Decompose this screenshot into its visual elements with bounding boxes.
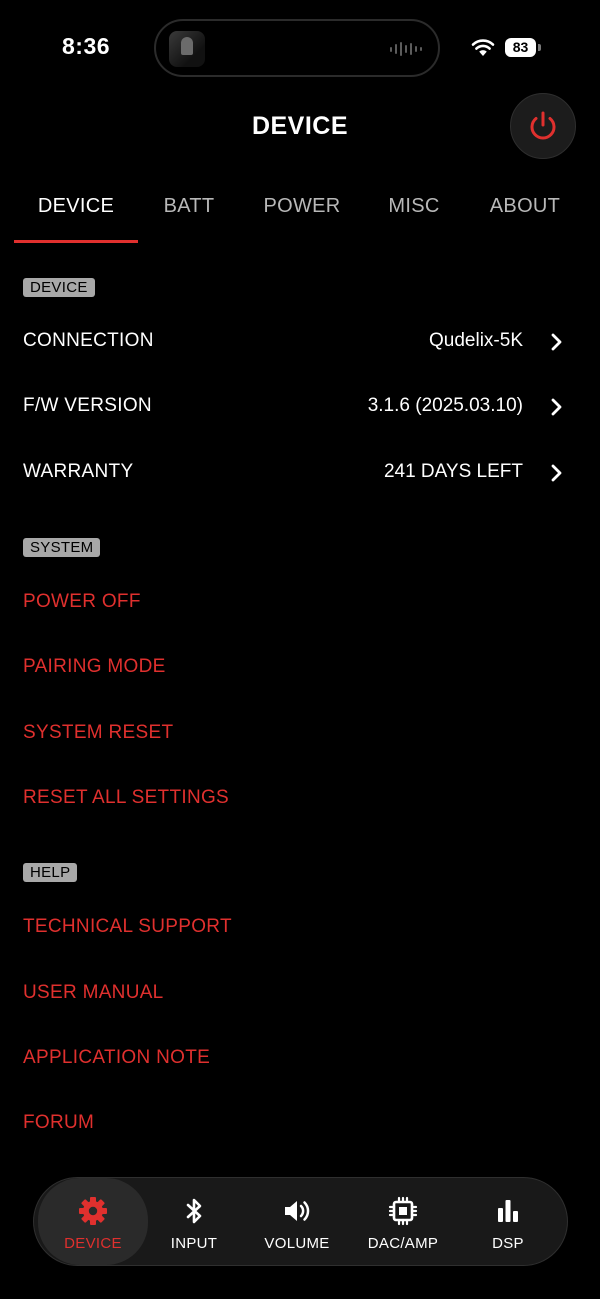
status-bar: 8:36 83 bbox=[0, 0, 600, 96]
firmware-version-value: 3.1.6 (2025.03.10) bbox=[367, 395, 523, 416]
tab-active-indicator bbox=[14, 240, 138, 243]
tab-misc[interactable]: MISC bbox=[366, 195, 462, 243]
bluetooth-icon bbox=[186, 1198, 202, 1224]
nav-device[interactable]: DEVICE bbox=[38, 1178, 148, 1265]
power-icon bbox=[530, 111, 556, 140]
chevron-right-icon bbox=[551, 398, 562, 416]
status-time: 8:36 bbox=[62, 33, 111, 59]
nav-dac-amp[interactable]: DAC/AMP bbox=[352, 1178, 454, 1265]
system-reset-button[interactable]: SYSTEM RESET bbox=[0, 712, 600, 756]
forum-link[interactable]: FORUM bbox=[0, 1102, 600, 1146]
nav-dac-amp-label: DAC/AMP bbox=[367, 1235, 439, 1252]
firmware-version-label: F/W VERSION bbox=[23, 395, 152, 416]
connection-label: CONNECTION bbox=[23, 330, 154, 351]
section-badge-device: DEVICE bbox=[23, 278, 95, 297]
nav-input[interactable]: INPUT bbox=[148, 1178, 240, 1265]
warranty-label: WARRANTY bbox=[23, 461, 134, 482]
tab-about[interactable]: ABOUT bbox=[470, 195, 580, 243]
waveform-icon bbox=[390, 42, 422, 56]
reset-all-settings-label: RESET ALL SETTINGS bbox=[23, 787, 230, 808]
chevron-right-icon bbox=[551, 333, 562, 351]
chip-icon bbox=[388, 1196, 418, 1226]
connection-row[interactable]: CONNECTION Qudelix-5K bbox=[0, 320, 600, 364]
album-art-thumbnail bbox=[169, 31, 205, 67]
bar-chart-icon bbox=[498, 1200, 518, 1222]
nav-dsp[interactable]: DSP bbox=[458, 1178, 558, 1265]
power-button[interactable] bbox=[510, 93, 576, 159]
user-manual-link[interactable]: USER MANUAL bbox=[0, 972, 600, 1016]
power-off-button[interactable]: POWER OFF bbox=[0, 581, 600, 625]
forum-label: FORUM bbox=[23, 1112, 95, 1133]
section-badge-help: HELP bbox=[23, 863, 78, 882]
nav-device-label: DEVICE bbox=[64, 1235, 122, 1252]
nav-input-label: INPUT bbox=[170, 1235, 218, 1252]
section-badge-system: SYSTEM bbox=[23, 538, 101, 557]
user-manual-label: USER MANUAL bbox=[23, 982, 164, 1003]
system-reset-label: SYSTEM RESET bbox=[23, 722, 174, 743]
chevron-right-icon bbox=[551, 464, 562, 482]
warranty-value: 241 DAYS LEFT bbox=[383, 461, 523, 482]
bottom-navigation: DEVICE INPUT VOLUME DAC/AMP DSP bbox=[33, 1177, 568, 1266]
nav-volume-label: VOLUME bbox=[264, 1235, 330, 1252]
power-off-label: POWER OFF bbox=[23, 591, 141, 612]
nav-volume[interactable]: VOLUME bbox=[244, 1178, 350, 1265]
tab-device[interactable]: DEVICE bbox=[14, 195, 138, 243]
battery-indicator: 83 bbox=[505, 38, 541, 57]
application-note-label: APPLICATION NOTE bbox=[23, 1047, 211, 1068]
tab-bar: DEVICE BATT POWER MISC ABOUT bbox=[0, 195, 600, 245]
technical-support-link[interactable]: TECHNICAL SUPPORT bbox=[0, 906, 600, 950]
speaker-icon bbox=[285, 1201, 310, 1221]
reset-all-settings-button[interactable]: RESET ALL SETTINGS bbox=[0, 777, 600, 821]
tab-batt[interactable]: BATT bbox=[140, 195, 238, 243]
application-note-link[interactable]: APPLICATION NOTE bbox=[0, 1037, 600, 1081]
dynamic-island[interactable] bbox=[154, 19, 440, 77]
technical-support-label: TECHNICAL SUPPORT bbox=[23, 916, 232, 937]
connection-value: Qudelix-5K bbox=[429, 330, 523, 351]
gear-icon bbox=[79, 1197, 107, 1225]
warranty-row[interactable]: WARRANTY 241 DAYS LEFT bbox=[0, 451, 600, 495]
pairing-mode-label: PAIRING MODE bbox=[23, 656, 166, 677]
firmware-version-row[interactable]: F/W VERSION 3.1.6 (2025.03.10) bbox=[0, 385, 600, 429]
nav-dsp-label: DSP bbox=[492, 1235, 524, 1252]
pairing-mode-button[interactable]: PAIRING MODE bbox=[0, 646, 600, 690]
wifi-icon bbox=[471, 39, 495, 56]
tab-power[interactable]: POWER bbox=[245, 195, 359, 243]
